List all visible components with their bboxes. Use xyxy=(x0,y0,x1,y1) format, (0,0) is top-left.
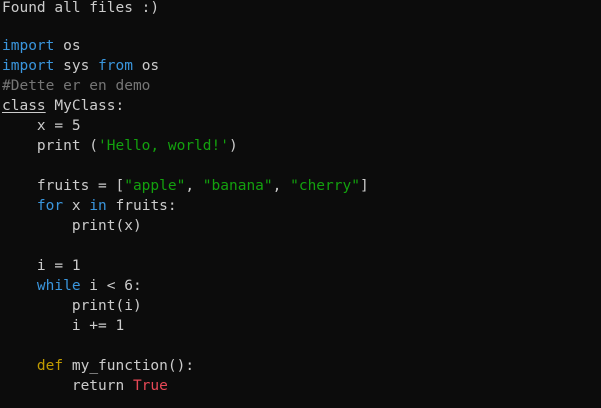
code-token: 'Hello, world!' xyxy=(98,138,229,154)
code-line: print(i) xyxy=(2,296,601,316)
code-line: print ('Hello, world!') xyxy=(2,136,601,156)
code-line: i += 1 xyxy=(2,316,601,336)
code-token: "cherry" xyxy=(290,178,360,194)
code-token: return xyxy=(2,378,133,394)
code-token: from xyxy=(98,58,133,74)
code-token: ) xyxy=(228,138,238,154)
code-token: ] xyxy=(359,178,369,194)
code-token: for xyxy=(36,198,64,214)
code-token: "banana" xyxy=(202,178,273,194)
code-token: print(x) xyxy=(2,218,142,234)
code-line: import os xyxy=(2,36,601,56)
code-line: class MyClass: xyxy=(2,96,601,116)
code-token: i = 1 xyxy=(2,258,81,274)
code-token: def xyxy=(36,358,64,374)
code-token: os xyxy=(132,58,160,74)
code-line: #Dette er en demo xyxy=(2,76,601,96)
code-token: fruits: xyxy=(106,198,177,214)
code-line: import sys from os xyxy=(2,56,601,76)
code-token: , xyxy=(185,178,203,194)
code-token: os xyxy=(54,38,81,54)
code-token: fruits = [ xyxy=(2,178,125,194)
code-token: x xyxy=(63,198,90,214)
code-token: x = 5 xyxy=(2,118,81,134)
code-token: import xyxy=(2,58,55,74)
code-token: i < 6: xyxy=(80,278,142,294)
code-token: "apple" xyxy=(124,178,186,194)
code-token: in xyxy=(89,198,107,214)
code-line: def my_function(): xyxy=(2,356,601,376)
code-line: for x in fruits: xyxy=(2,196,601,216)
terminal-window[interactable]: Found all files :) import os import sys f… xyxy=(0,0,601,408)
code-line: x = 5 xyxy=(2,116,601,136)
code-token: i += 1 xyxy=(2,318,125,334)
code-line: i = 1 xyxy=(2,256,601,276)
code-token: import xyxy=(2,38,55,54)
code-line: fruits = ["apple", "banana", "cherry"] xyxy=(2,176,601,196)
code-token: print(i) xyxy=(2,298,142,314)
code-block: import os import sys from os #Dette er en … xyxy=(2,16,601,396)
code-token: MyClass: xyxy=(45,98,125,114)
code-token: my_function(): xyxy=(63,358,195,374)
code-token: , xyxy=(272,178,291,194)
code-line: print(x) xyxy=(2,216,601,236)
code-token: print ( xyxy=(2,138,99,154)
code-token: True xyxy=(132,378,168,394)
code-token: class xyxy=(2,98,46,114)
code-line: while i < 6: xyxy=(2,276,601,296)
code-token: sys xyxy=(54,58,99,74)
code-line: return True xyxy=(2,376,601,396)
code-token: while xyxy=(36,278,81,294)
code-token: #Dette er en demo xyxy=(2,78,151,94)
